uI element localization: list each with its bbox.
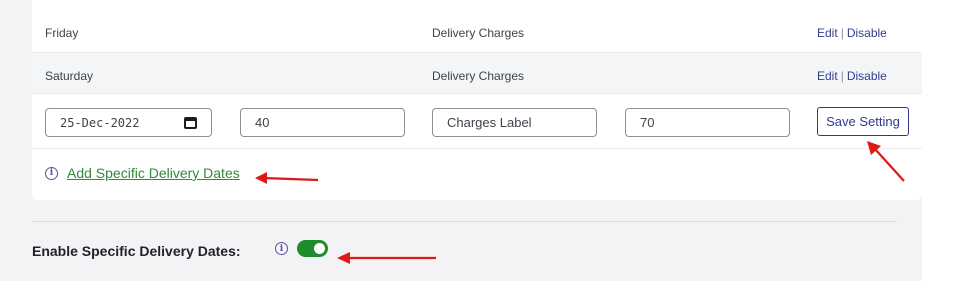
toggle-knob [314, 243, 325, 254]
table-row: Friday Delivery Charges Edit | Disable [32, 10, 922, 52]
charge-amount-value: 70 [640, 115, 655, 130]
amount-value: 40 [255, 115, 270, 130]
table-row: Saturday Delivery Charges Edit | Disable [32, 52, 922, 94]
date-value: 25-Dec-2022 [60, 115, 140, 130]
edit-link[interactable]: Edit [817, 69, 838, 83]
annotation-arrow [867, 141, 905, 182]
charge-type: Delivery Charges [432, 26, 525, 40]
row-actions: Edit | Disable [817, 26, 887, 40]
charges-label-input[interactable]: Charges Label [432, 108, 597, 137]
charge-amount-input[interactable]: 70 [625, 108, 790, 137]
enable-specific-dates-label: Enable Specific Delivery Dates: [32, 243, 241, 259]
add-dates-row: i Add Specific Delivery Dates [45, 165, 240, 181]
amount-input[interactable]: 40 [240, 108, 405, 137]
date-input[interactable]: 25-Dec-2022 [45, 108, 212, 137]
calendar-icon[interactable] [184, 116, 197, 129]
disable-link[interactable]: Disable [847, 26, 887, 40]
enable-specific-dates-toggle[interactable] [297, 240, 328, 257]
info-icon[interactable]: i [45, 166, 58, 180]
add-specific-delivery-dates-link[interactable]: Add Specific Delivery Dates [67, 165, 240, 181]
separator: | [840, 26, 844, 40]
disable-link[interactable]: Disable [847, 69, 887, 83]
day-label: Friday [45, 26, 79, 40]
row-actions: Edit | Disable [817, 69, 887, 83]
annotation-arrow [337, 252, 436, 264]
info-icon[interactable]: i [275, 242, 288, 255]
charges-label-value: Charges Label [447, 115, 532, 130]
save-setting-button[interactable]: Save Setting [817, 107, 909, 136]
divider [32, 221, 897, 222]
annotation-arrow [255, 172, 319, 184]
day-label: Saturday [45, 69, 94, 83]
specific-date-edit-row: 25-Dec-2022 40 Charges Label 70 Save Set… [32, 95, 922, 149]
charge-type: Delivery Charges [432, 69, 525, 83]
edit-link[interactable]: Edit [817, 26, 838, 40]
separator: | [840, 69, 844, 83]
